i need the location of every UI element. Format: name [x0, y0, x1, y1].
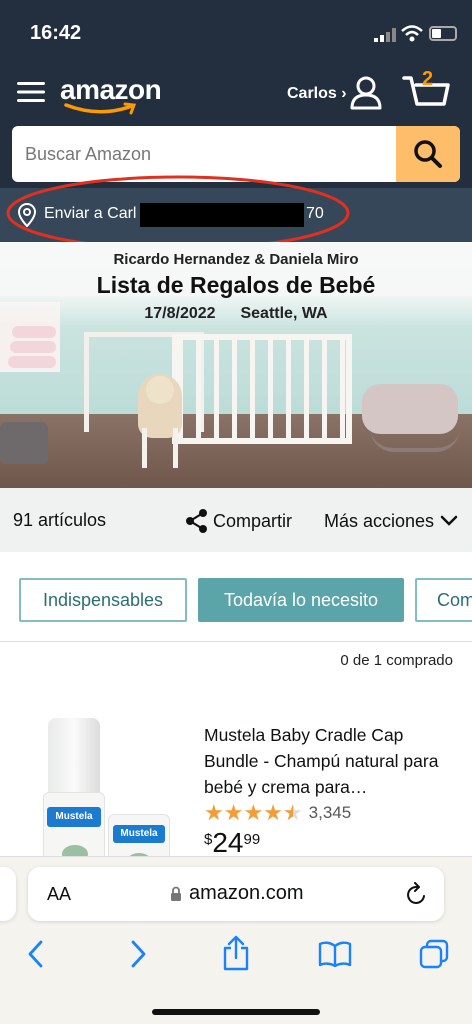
- product-rating[interactable]: ★★★★★★ 3,345: [204, 800, 351, 826]
- stool: [142, 428, 178, 468]
- registry-title: Lista de Regalos de Bebé: [96, 272, 376, 298]
- product-price: $ 24 99: [204, 827, 261, 857]
- address-bar[interactable]: AA amazon.com: [28, 867, 444, 921]
- browser-bar: AA amazon.com: [0, 856, 472, 1024]
- review-count: 3,345: [308, 803, 352, 822]
- star-full-icon: ★: [223, 800, 244, 825]
- registry-toolbar: 91 artículos Compartir Más acciones: [0, 488, 472, 552]
- item-count: 91 artículos: [13, 510, 107, 530]
- previous-tab-peek[interactable]: [0, 867, 16, 921]
- amazon-logo[interactable]: amazon: [60, 72, 170, 116]
- star-full-icon: ★: [204, 800, 224, 825]
- registry-date: 17/8/2022: [144, 305, 216, 322]
- tabs-icon[interactable]: [419, 939, 449, 969]
- share-button[interactable]: Compartir: [184, 506, 292, 536]
- cart-button[interactable]: 2: [402, 68, 450, 114]
- more-actions-button[interactable]: Más acciones: [324, 506, 458, 536]
- product-title[interactable]: Mustela Baby Cradle Cap Bundle - Champú …: [204, 722, 442, 800]
- share-icon: [186, 509, 207, 533]
- user-icon[interactable]: [350, 76, 382, 110]
- star-half-icon: ★★: [282, 800, 303, 825]
- more-actions-label: Más acciones: [324, 510, 435, 531]
- cart-count: 2: [422, 68, 434, 90]
- product-image[interactable]: Mustela Mustela: [38, 718, 178, 856]
- product-brand: Mustela: [47, 807, 101, 827]
- home-indicator: [152, 1009, 320, 1015]
- star-full-icon: ★: [263, 800, 283, 825]
- forward-icon[interactable]: [128, 939, 148, 969]
- reload-icon[interactable]: [406, 882, 428, 906]
- back-icon[interactable]: [26, 939, 46, 969]
- menu-icon[interactable]: [17, 80, 45, 104]
- url-text: amazon.com: [189, 882, 304, 904]
- rating-stars: ★★★★★★: [204, 800, 303, 826]
- rocking-chair: [362, 384, 458, 434]
- registry-location: Seattle, WA: [240, 305, 328, 322]
- status-time: 16:42: [30, 22, 82, 44]
- purchased-status: 0 de 1 comprado: [340, 652, 453, 669]
- registry-date-location: 17/8/2022 Seattle, WA: [0, 305, 472, 323]
- wifi-icon: [401, 25, 423, 42]
- chevron-down-icon: [440, 515, 458, 526]
- tab-comprado[interactable]: Com: [415, 578, 472, 622]
- registry-names: Ricardo Hernandez & Daniela Miro: [113, 251, 359, 268]
- battery-icon: [429, 26, 457, 41]
- product-card[interactable]: 0 de 1 comprado Mustela Mustela Mustela …: [0, 642, 472, 856]
- pouf: [0, 422, 48, 464]
- search-icon: [414, 140, 442, 168]
- filter-tabs: Indispensables Todavía lo necesito Com: [0, 552, 472, 642]
- registry-banner: Ricardo Hernandez & Daniela Miro Lista d…: [0, 242, 472, 488]
- star-full-icon: ★: [243, 800, 264, 825]
- deliver-to-bar[interactable]: Enviar a Carl 70: [0, 175, 472, 251]
- share-sheet-icon[interactable]: [222, 935, 250, 971]
- text-size-button[interactable]: AA: [47, 884, 71, 905]
- tab-todavia-lo-necesito[interactable]: Todavía lo necesito: [198, 578, 404, 622]
- signal-icon: [374, 28, 396, 42]
- status-bar: 16:42: [0, 0, 472, 62]
- bookmarks-icon[interactable]: [318, 941, 352, 967]
- lock-icon: [171, 886, 181, 901]
- account-link[interactable]: Carlos ›: [287, 85, 347, 103]
- tab-indispensables[interactable]: Indispensables: [19, 578, 187, 622]
- search-input[interactable]: Buscar Amazon: [25, 144, 151, 165]
- smile-arrow-icon: [64, 102, 137, 115]
- crib: [172, 334, 352, 444]
- share-label: Compartir: [213, 510, 293, 531]
